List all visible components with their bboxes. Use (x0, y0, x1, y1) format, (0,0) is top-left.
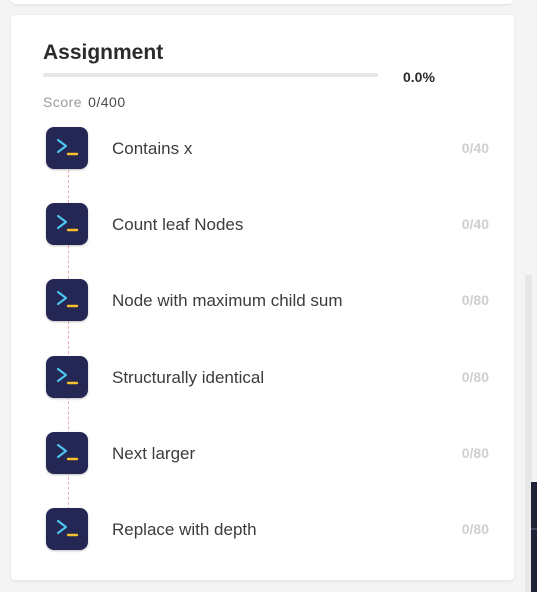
problem-item[interactable]: Replace with depth 0/80 (11, 508, 514, 552)
terminal-icon (46, 203, 88, 245)
problem-title: Next larger (112, 444, 196, 463)
progress-bar (43, 73, 378, 77)
problem-score: 0/40 (461, 140, 489, 156)
adjacent-panel-edge (531, 482, 537, 592)
terminal-icon (46, 508, 88, 550)
terminal-icon (46, 356, 88, 398)
terminal-icon (46, 432, 88, 474)
problem-item[interactable]: Next larger 0/80 (11, 432, 514, 476)
score-value: 0/400 (88, 94, 126, 110)
problem-score: 0/80 (461, 445, 489, 461)
problem-item[interactable]: Contains x 0/40 (11, 127, 514, 171)
adjacent-panel-divider (531, 528, 537, 530)
problem-title: Node with maximum child sum (112, 291, 343, 310)
problem-score: 0/80 (461, 292, 489, 308)
problem-item[interactable]: Structurally identical 0/80 (11, 356, 514, 400)
problem-title: Contains x (112, 139, 193, 158)
previous-card-edge (10, 0, 514, 4)
terminal-icon (46, 127, 88, 169)
terminal-icon (46, 279, 88, 321)
score-row: Score 0/400 (43, 94, 126, 110)
problem-score: 0/80 (461, 521, 489, 537)
problem-item[interactable]: Node with maximum child sum 0/80 (11, 279, 514, 323)
problem-score: 0/80 (461, 369, 489, 385)
assignment-card: Assignment 0.0% Score 0/400 Contains x 0/… (11, 15, 514, 580)
assignment-title: Assignment (43, 41, 164, 64)
problem-title: Replace with depth (112, 520, 257, 539)
problem-title: Structurally identical (112, 368, 265, 387)
problem-title: Count leaf Nodes (112, 215, 244, 234)
problem-score: 0/40 (461, 216, 489, 232)
progress-percent: 0.0% (403, 69, 435, 85)
score-label: Score (43, 94, 83, 110)
problem-item[interactable]: Count leaf Nodes 0/40 (11, 203, 514, 247)
